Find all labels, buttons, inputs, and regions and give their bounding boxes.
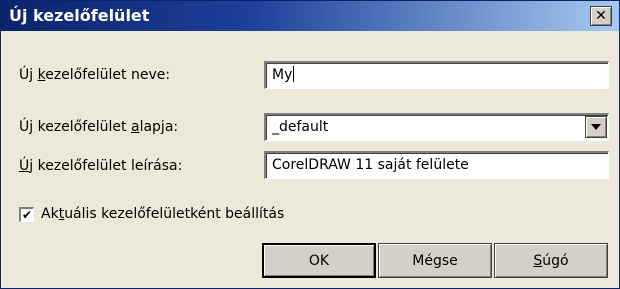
set-current-checkbox[interactable]: ✔ xyxy=(19,206,34,222)
cancel-button[interactable]: Mégse xyxy=(378,243,492,278)
dropdown-button[interactable] xyxy=(585,116,607,138)
close-button[interactable]: ✕ xyxy=(590,6,612,26)
description-label: Új kezelőfelület leírása: xyxy=(19,158,183,174)
base-select[interactable]: _default xyxy=(264,113,609,141)
chevron-down-icon xyxy=(591,124,601,130)
title-bar[interactable]: Új kezelőfelület ✕ xyxy=(1,1,619,31)
ok-button[interactable]: OK xyxy=(262,243,376,278)
checkmark-icon: ✔ xyxy=(21,207,33,222)
base-label: Új kezelőfelület alapja: xyxy=(19,119,179,135)
set-current-row[interactable]: ✔ Aktuális kezelőfelületként beállítás xyxy=(19,206,284,222)
dialog-title: Új kezelőfelület xyxy=(9,6,150,25)
text-caret xyxy=(293,66,295,82)
close-icon: ✕ xyxy=(595,8,607,24)
name-input[interactable]: My xyxy=(264,61,609,89)
help-button[interactable]: Súgó xyxy=(494,243,608,278)
set-current-label: Aktuális kezelőfelületként beállítás xyxy=(41,206,285,222)
name-label: Új kezelőfelület neve: xyxy=(19,67,171,83)
description-input[interactable]: CorelDRAW 11 saját felülete xyxy=(264,151,609,179)
new-workspace-dialog: Új kezelőfelület ✕ Új kezelőfelület neve… xyxy=(0,0,620,289)
